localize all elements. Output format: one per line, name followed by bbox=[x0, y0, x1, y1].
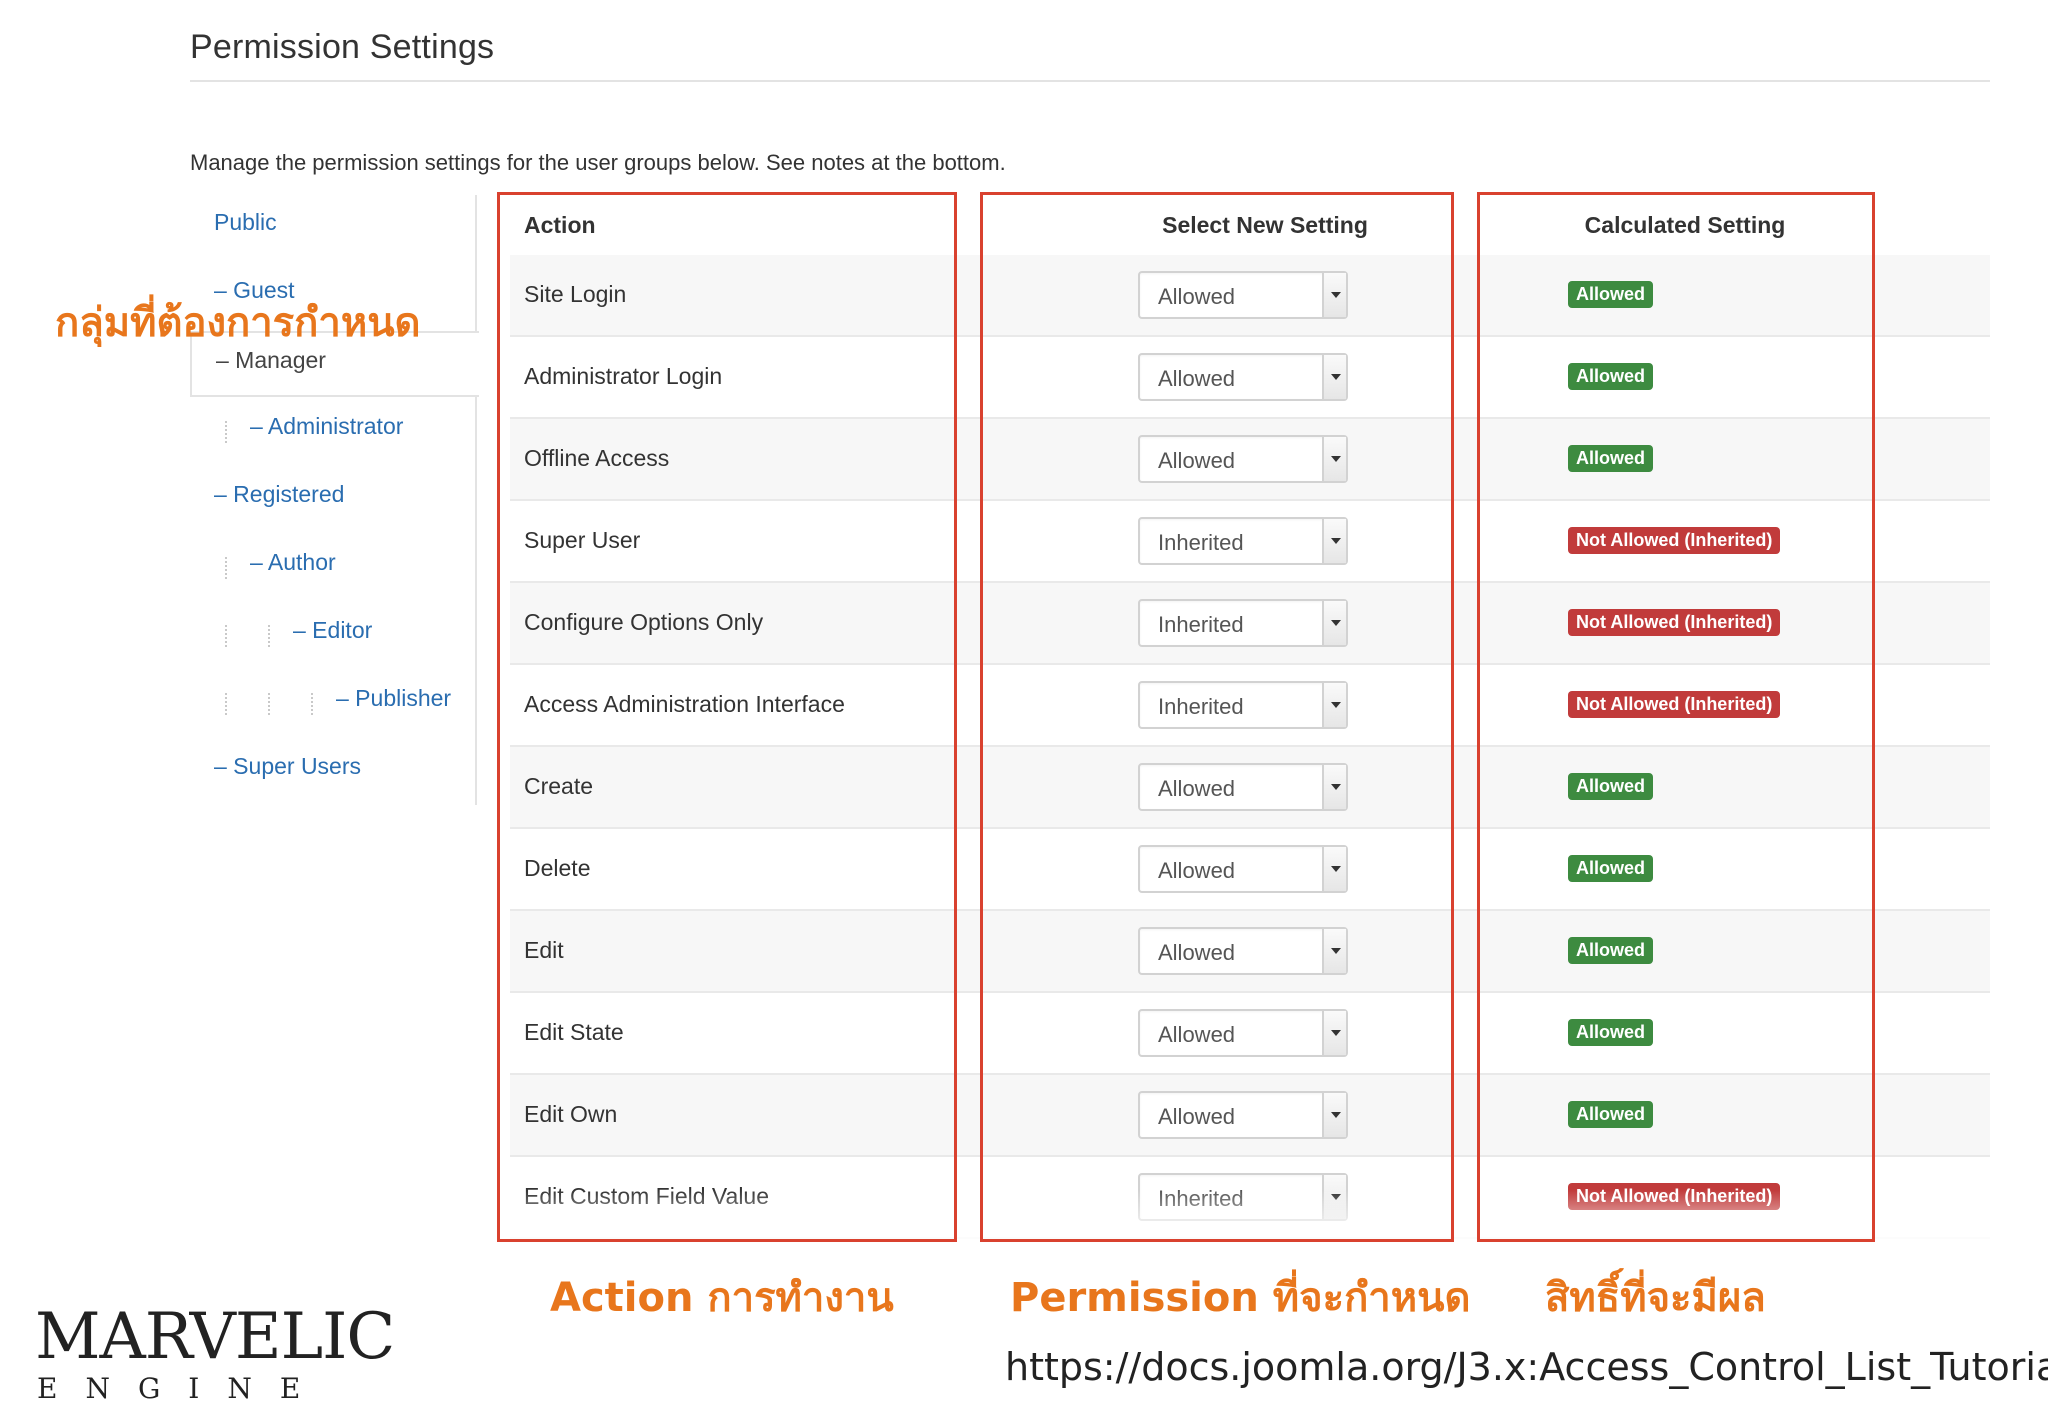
highlight-box-action bbox=[497, 192, 957, 1242]
page-description: Manage the permission settings for the u… bbox=[190, 150, 1006, 175]
sidebar-group-item[interactable]: – Editor bbox=[190, 603, 475, 663]
user-group-sidebar: Public – Guest – Manager – Administrator – R… bbox=[190, 195, 479, 805]
marvelic-logo: MARVELIC ENGINE bbox=[35, 1300, 395, 1410]
annotation-action: Action การทำงาน bbox=[550, 1275, 894, 1321]
annotation-rights: สิทธิ์ที่จะมีผล bbox=[1545, 1275, 1766, 1321]
sidebar-group-item[interactable]: – Super Users bbox=[190, 739, 475, 799]
sidebar-group-item[interactable]: – Author bbox=[190, 535, 475, 595]
sidebar-group-label: – Registered bbox=[214, 481, 345, 507]
sidebar-group-label: – Editor bbox=[293, 617, 373, 643]
sidebar-group-label: – Publisher bbox=[336, 685, 452, 711]
annotation-permission: Permission ที่จะกำหนด bbox=[1010, 1275, 1471, 1321]
tree-indent-line bbox=[225, 693, 227, 715]
tree-indent-line bbox=[225, 557, 227, 579]
page-title: Permission Settings bbox=[190, 28, 495, 66]
annotation-group: กลุ่มที่ต้องการกำหนด bbox=[55, 300, 421, 346]
tree-indent-line bbox=[268, 693, 270, 715]
highlight-box-calculated bbox=[1477, 192, 1875, 1242]
highlight-box-select bbox=[980, 192, 1454, 1242]
sidebar-group-item[interactable]: – Administrator bbox=[190, 399, 475, 459]
tree-indent-line bbox=[311, 693, 313, 715]
tree-indent-line bbox=[268, 625, 270, 647]
sidebar-group-label: – Super Users bbox=[214, 753, 362, 779]
sidebar-group-item[interactable]: – Publisher bbox=[190, 671, 475, 731]
screenshot-root: Permission Settings Manage the permissio… bbox=[0, 0, 2048, 1418]
logo-wordmark: MARVELIC bbox=[35, 1300, 395, 1374]
tree-indent-line bbox=[225, 625, 227, 647]
logo-subtitle: ENGINE bbox=[37, 1372, 329, 1405]
sidebar-group-item[interactable]: Public bbox=[190, 195, 475, 255]
sidebar-group-label: Public bbox=[214, 209, 277, 235]
source-url: https://docs.joomla.org/J3.x:Access_Cont… bbox=[1005, 1345, 2048, 1389]
sidebar-group-item[interactable]: – Registered bbox=[190, 467, 475, 527]
sidebar-group-label: – Administrator bbox=[250, 413, 404, 439]
tree-indent-line bbox=[225, 421, 227, 443]
title-divider bbox=[190, 80, 1990, 82]
sidebar-group-label: – Author bbox=[250, 549, 336, 575]
